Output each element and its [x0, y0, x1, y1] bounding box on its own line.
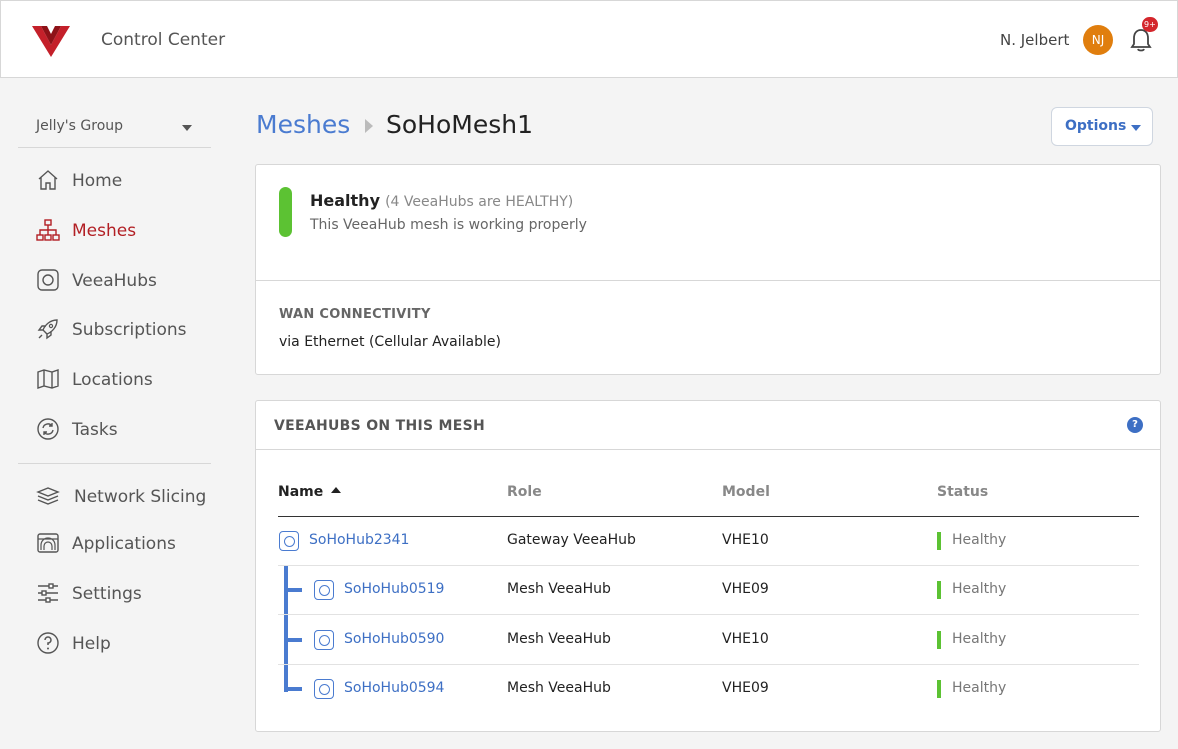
sidebar-item-help[interactable]: Help — [18, 623, 211, 663]
sidebar-item-label: Tasks — [72, 420, 118, 440]
help-icon[interactable]: ? — [1127, 417, 1143, 433]
hub-model: VHE10 — [722, 532, 769, 548]
help-icon — [37, 632, 59, 654]
table-row: SoHoHub0519 Mesh VeeaHub VHE09 Healthy — [278, 566, 1139, 615]
sidebar-item-label: Locations — [72, 370, 153, 390]
wan-label: WAN CONNECTIVITY — [279, 307, 431, 322]
chevron-right-icon — [365, 119, 373, 133]
sort-ascending-icon — [331, 487, 342, 493]
sidebar-item-label: Meshes — [72, 221, 137, 241]
page-title: SoHoMesh1 — [386, 110, 533, 139]
column-header-status: Status — [937, 484, 989, 500]
sidebar-item-veeahubs[interactable]: VeeaHubs — [18, 260, 211, 300]
table-row: SoHoHub0590 Mesh VeeaHub VHE10 Healthy — [278, 616, 1139, 665]
table-row: SoHoHub2341 Gateway VeeaHub VHE10 Health… — [278, 517, 1139, 566]
sidebar-item-label: Applications — [72, 534, 176, 554]
hub-model: VHE10 — [722, 631, 769, 647]
home-icon — [38, 170, 58, 190]
sidebar-item-home[interactable]: Home — [18, 160, 211, 200]
hub-status: Healthy — [952, 631, 1007, 647]
refresh-icon — [37, 418, 59, 440]
veeahub-icon — [314, 580, 334, 600]
sidebar-item-label: Home — [72, 171, 123, 191]
veeahub-icon — [314, 679, 334, 699]
chevron-down-icon — [182, 125, 192, 131]
mesh-icon — [36, 219, 60, 241]
app-title: Control Center — [101, 30, 226, 50]
hub-model: VHE09 — [722, 680, 769, 696]
map-icon — [37, 369, 59, 389]
group-label: Jelly's Group — [36, 118, 124, 134]
health-indicator — [279, 187, 292, 237]
sliders-icon — [38, 583, 58, 603]
health-description: This VeeaHub mesh is working properly — [310, 217, 587, 233]
hub-role: Gateway VeeaHub — [507, 532, 636, 548]
veeahubs-card: VEEAHUBS ON THIS MESH ? Name Role Model … — [255, 400, 1161, 732]
hub-name-link[interactable]: SoHoHub0594 — [344, 680, 444, 696]
veeahub-icon — [279, 531, 299, 551]
table-row: SoHoHub0594 Mesh VeeaHub VHE09 Healthy — [278, 665, 1139, 714]
breadcrumb-meshes-link[interactable]: Meshes — [256, 110, 350, 139]
sidebar-item-subscriptions[interactable]: Subscriptions — [18, 309, 211, 349]
status-indicator — [937, 581, 941, 599]
user-name[interactable]: N. Jelbert — [1000, 31, 1069, 49]
status-indicator — [937, 532, 941, 550]
sidebar-item-label: Help — [72, 634, 111, 654]
divider — [256, 280, 1160, 281]
hub-role: Mesh VeeaHub — [507, 680, 611, 696]
sidebar-item-meshes[interactable]: Meshes — [18, 210, 211, 250]
health-status: Healthy — [310, 191, 380, 210]
layers-icon — [36, 487, 60, 505]
group-selector[interactable]: Jelly's Group — [18, 106, 211, 148]
sidebar-item-settings[interactable]: Settings — [18, 573, 211, 613]
wan-value: via Ethernet (Cellular Available) — [279, 334, 501, 350]
avatar[interactable]: NJ — [1083, 25, 1113, 55]
hub-role: Mesh VeeaHub — [507, 581, 611, 597]
options-button-label: Options — [1065, 118, 1127, 134]
sidebar-item-locations[interactable]: Locations — [18, 359, 211, 399]
veea-logo[interactable] — [31, 23, 71, 59]
notification-badge: 9+ — [1142, 17, 1158, 32]
sidebar-item-label: Subscriptions — [72, 320, 187, 340]
card-title: VEEAHUBS ON THIS MESH — [274, 418, 486, 434]
sidebar-divider — [18, 463, 211, 464]
column-header-name[interactable]: Name — [278, 484, 342, 500]
column-header-role: Role — [507, 484, 542, 500]
top-bar: Control Center N. Jelbert NJ 9+ — [0, 0, 1178, 78]
hub-model: VHE09 — [722, 581, 769, 597]
status-indicator — [937, 680, 941, 698]
sidebar-item-applications[interactable]: Applications — [18, 523, 211, 563]
health-title: Healthy (4 VeeaHubs are HEALTHY) — [310, 191, 573, 210]
hub-name-link[interactable]: SoHoHub0519 — [344, 581, 444, 597]
sidebar-item-label: Settings — [72, 584, 142, 604]
hub-status: Healthy — [952, 532, 1007, 548]
sidebar-item-tasks[interactable]: Tasks — [18, 409, 211, 449]
caret-down-icon — [1131, 125, 1141, 131]
hub-role: Mesh VeeaHub — [507, 631, 611, 647]
hub-name-link[interactable]: SoHoHub0590 — [344, 631, 444, 647]
mesh-health-card: Healthy (4 VeeaHubs are HEALTHY) This Ve… — [255, 164, 1161, 375]
column-header-label: Name — [278, 484, 324, 500]
sidebar-item-label: VeeaHubs — [72, 271, 157, 291]
hub-status: Healthy — [952, 581, 1007, 597]
applications-icon — [37, 533, 59, 553]
veeahub-icon — [37, 269, 59, 291]
rocket-icon — [37, 319, 58, 340]
health-detail: (4 VeeaHubs are HEALTHY) — [385, 194, 574, 210]
hub-name-link[interactable]: SoHoHub2341 — [309, 532, 409, 548]
hub-status: Healthy — [952, 680, 1007, 696]
card-header: VEEAHUBS ON THIS MESH ? — [256, 401, 1160, 450]
status-indicator — [937, 631, 941, 649]
sidebar-item-network-slicing[interactable]: Network Slicing — [18, 476, 211, 516]
options-button[interactable]: Options — [1051, 107, 1153, 146]
veeahub-icon — [314, 630, 334, 650]
sidebar-item-label: Network Slicing — [74, 487, 207, 507]
column-header-model: Model — [722, 484, 770, 500]
